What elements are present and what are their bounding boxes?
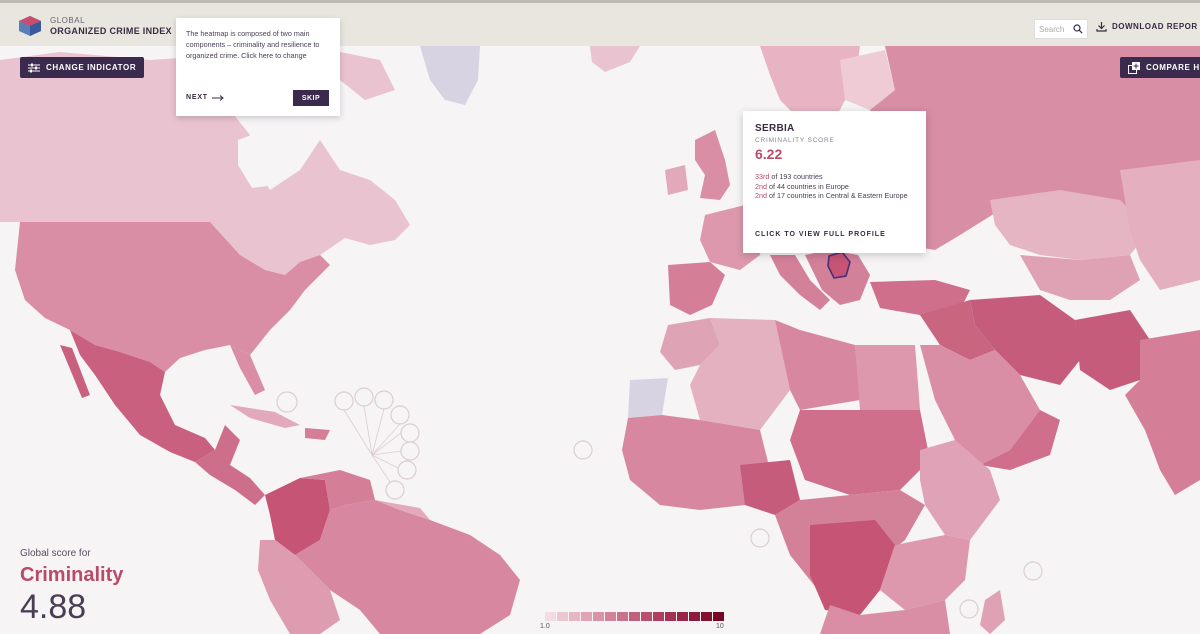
global-score-panel: Global score for Criminality 4.88 xyxy=(20,548,123,627)
next-button[interactable]: NEXT xyxy=(186,94,224,101)
country-ireland[interactable] xyxy=(665,165,688,195)
world-heatmap[interactable] xyxy=(0,46,1200,634)
popup-rank-global: 33rd of 193 countries xyxy=(755,172,823,181)
compare-label: COMPARE H xyxy=(1146,63,1200,72)
legend-max-label: 10 xyxy=(716,623,724,630)
popup-rank-list: 33rd of 193 countries 2nd of 44 countrie… xyxy=(755,172,914,201)
arrow-right-icon xyxy=(211,94,224,101)
heatmap-legend xyxy=(545,612,725,621)
logo-line2: ORGANIZED CRIME INDEX xyxy=(50,26,172,36)
next-label: NEXT xyxy=(186,94,208,101)
download-icon xyxy=(1096,22,1107,32)
sliders-icon xyxy=(28,63,40,72)
global-score-label: Global score for xyxy=(20,548,91,559)
legend-swatch xyxy=(629,612,640,621)
view-full-profile-link[interactable]: CLICK TO VIEW FULL PROFILE xyxy=(755,231,886,238)
change-indicator-button[interactable]: CHANGE INDICATOR xyxy=(20,57,145,78)
popup-score-label: CRIMINALITY SCORE xyxy=(755,137,835,144)
logo-line1: GLOBAL xyxy=(50,16,86,25)
skip-button[interactable]: SKIP xyxy=(293,90,329,106)
logo-icon xyxy=(19,16,41,36)
legend-swatch xyxy=(617,612,628,621)
logo-text: GLOBAL ORGANIZED CRIME INDEX xyxy=(50,16,172,36)
legend-min-label: 1.0 xyxy=(540,623,550,630)
legend-swatch xyxy=(557,612,568,621)
legend-swatch xyxy=(677,612,688,621)
download-report-button[interactable]: DOWNLOAD REPOR xyxy=(1096,21,1198,32)
onboarding-tooltip: The heatmap is composed of two main comp… xyxy=(176,18,340,116)
search-input[interactable]: Search xyxy=(1034,19,1088,39)
country-western-sahara[interactable] xyxy=(628,378,668,418)
legend-swatch xyxy=(665,612,676,621)
legend-swatch xyxy=(641,612,652,621)
global-score-value: 4.88 xyxy=(20,588,87,626)
legend-swatch xyxy=(701,612,712,621)
popup-rank-region: 2nd of 17 countries in Central & Eastern… xyxy=(755,191,908,200)
popup-rank-europe: 2nd of 44 countries in Europe xyxy=(755,181,849,191)
popup-score-value: 6.22 xyxy=(755,146,783,162)
legend-swatch xyxy=(569,612,580,621)
compare-button[interactable]: COMPARE H xyxy=(1120,57,1200,78)
legend-swatch xyxy=(545,612,556,621)
legend-swatch xyxy=(593,612,604,621)
compare-icon xyxy=(1128,61,1140,74)
tooltip-text: The heatmap is composed of two main comp… xyxy=(186,29,320,60)
country-egypt[interactable] xyxy=(855,345,920,410)
legend-swatch xyxy=(653,612,664,621)
search-icon xyxy=(1073,24,1083,34)
search-placeholder: Search xyxy=(1039,24,1065,34)
change-indicator-label: CHANGE INDICATOR xyxy=(46,63,137,72)
legend-swatch xyxy=(689,612,700,621)
popup-country-name: SERBIA xyxy=(755,123,795,134)
country-popup[interactable]: SERBIA CRIMINALITY SCORE 6.22 33rd of 19… xyxy=(743,111,926,253)
legend-swatch xyxy=(605,612,616,621)
gi-toc-logo[interactable]: GLOBAL ORGANIZED CRIME INDEX xyxy=(18,15,172,37)
legend-swatch xyxy=(713,612,724,621)
legend-swatch xyxy=(581,612,592,621)
download-label: DOWNLOAD REPOR xyxy=(1112,22,1198,31)
global-score-indicator: Criminality xyxy=(20,564,124,586)
